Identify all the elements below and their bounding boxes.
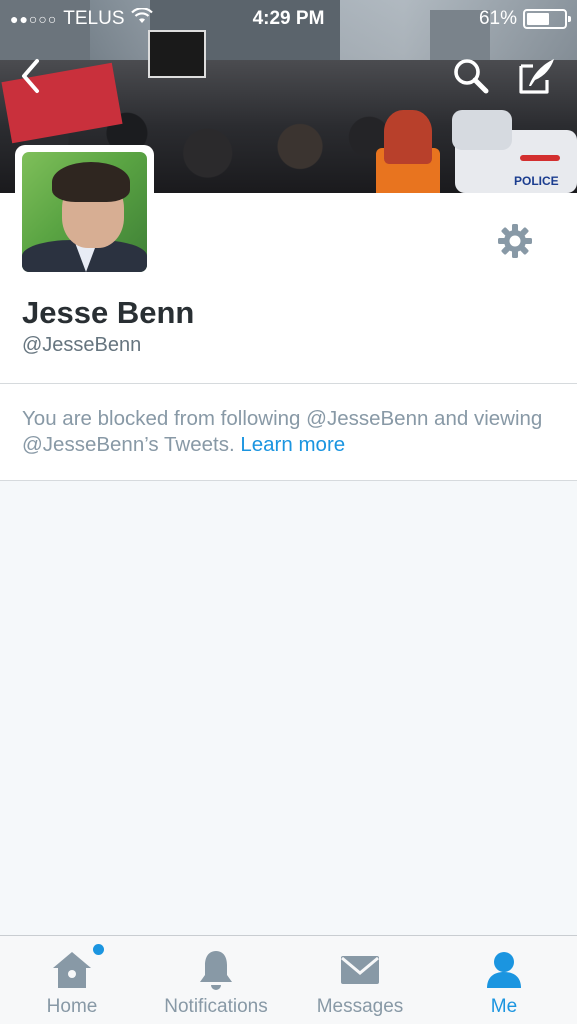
profile-name: Jesse Benn: [22, 295, 195, 330]
bell-icon: [194, 948, 238, 992]
envelope-icon: [338, 948, 382, 992]
search-icon[interactable]: [450, 55, 492, 97]
tab-label: Notifications: [164, 996, 268, 1017]
learn-more-link[interactable]: Learn more: [240, 433, 345, 456]
gear-icon[interactable]: [497, 223, 533, 259]
compose-icon[interactable]: [515, 54, 559, 98]
tab-bar: Home Notifications Messages Me: [0, 935, 577, 1024]
home-icon: [50, 944, 104, 992]
status-bar: ●●○○○ TELUS 4:29 PM 61%: [0, 0, 577, 38]
new-tweets-dot: [93, 944, 104, 955]
tab-label: Home: [46, 996, 98, 1017]
battery-percent: 61%: [478, 8, 517, 29]
avatar[interactable]: [15, 145, 154, 279]
tab-label: Me: [490, 996, 518, 1017]
tab-me[interactable]: Me: [468, 936, 540, 1024]
person-icon: [482, 948, 526, 992]
tab-notifications[interactable]: Notifications: [152, 936, 280, 1024]
divider: [0, 480, 577, 481]
profile-handle: @JesseBenn: [22, 334, 142, 356]
tab-label: Messages: [316, 996, 404, 1017]
profile-screen: POLICE ●●○○○ TELUS 4:29 PM 61% Jesse Ben…: [0, 0, 577, 1024]
blocked-notice: You are blocked from following @JesseBen…: [0, 384, 577, 480]
back-icon[interactable]: [12, 56, 48, 96]
tab-messages[interactable]: Messages: [308, 936, 412, 1024]
tab-home[interactable]: Home: [28, 936, 116, 1024]
battery-icon: [523, 9, 571, 29]
police-label: POLICE: [514, 174, 559, 188]
